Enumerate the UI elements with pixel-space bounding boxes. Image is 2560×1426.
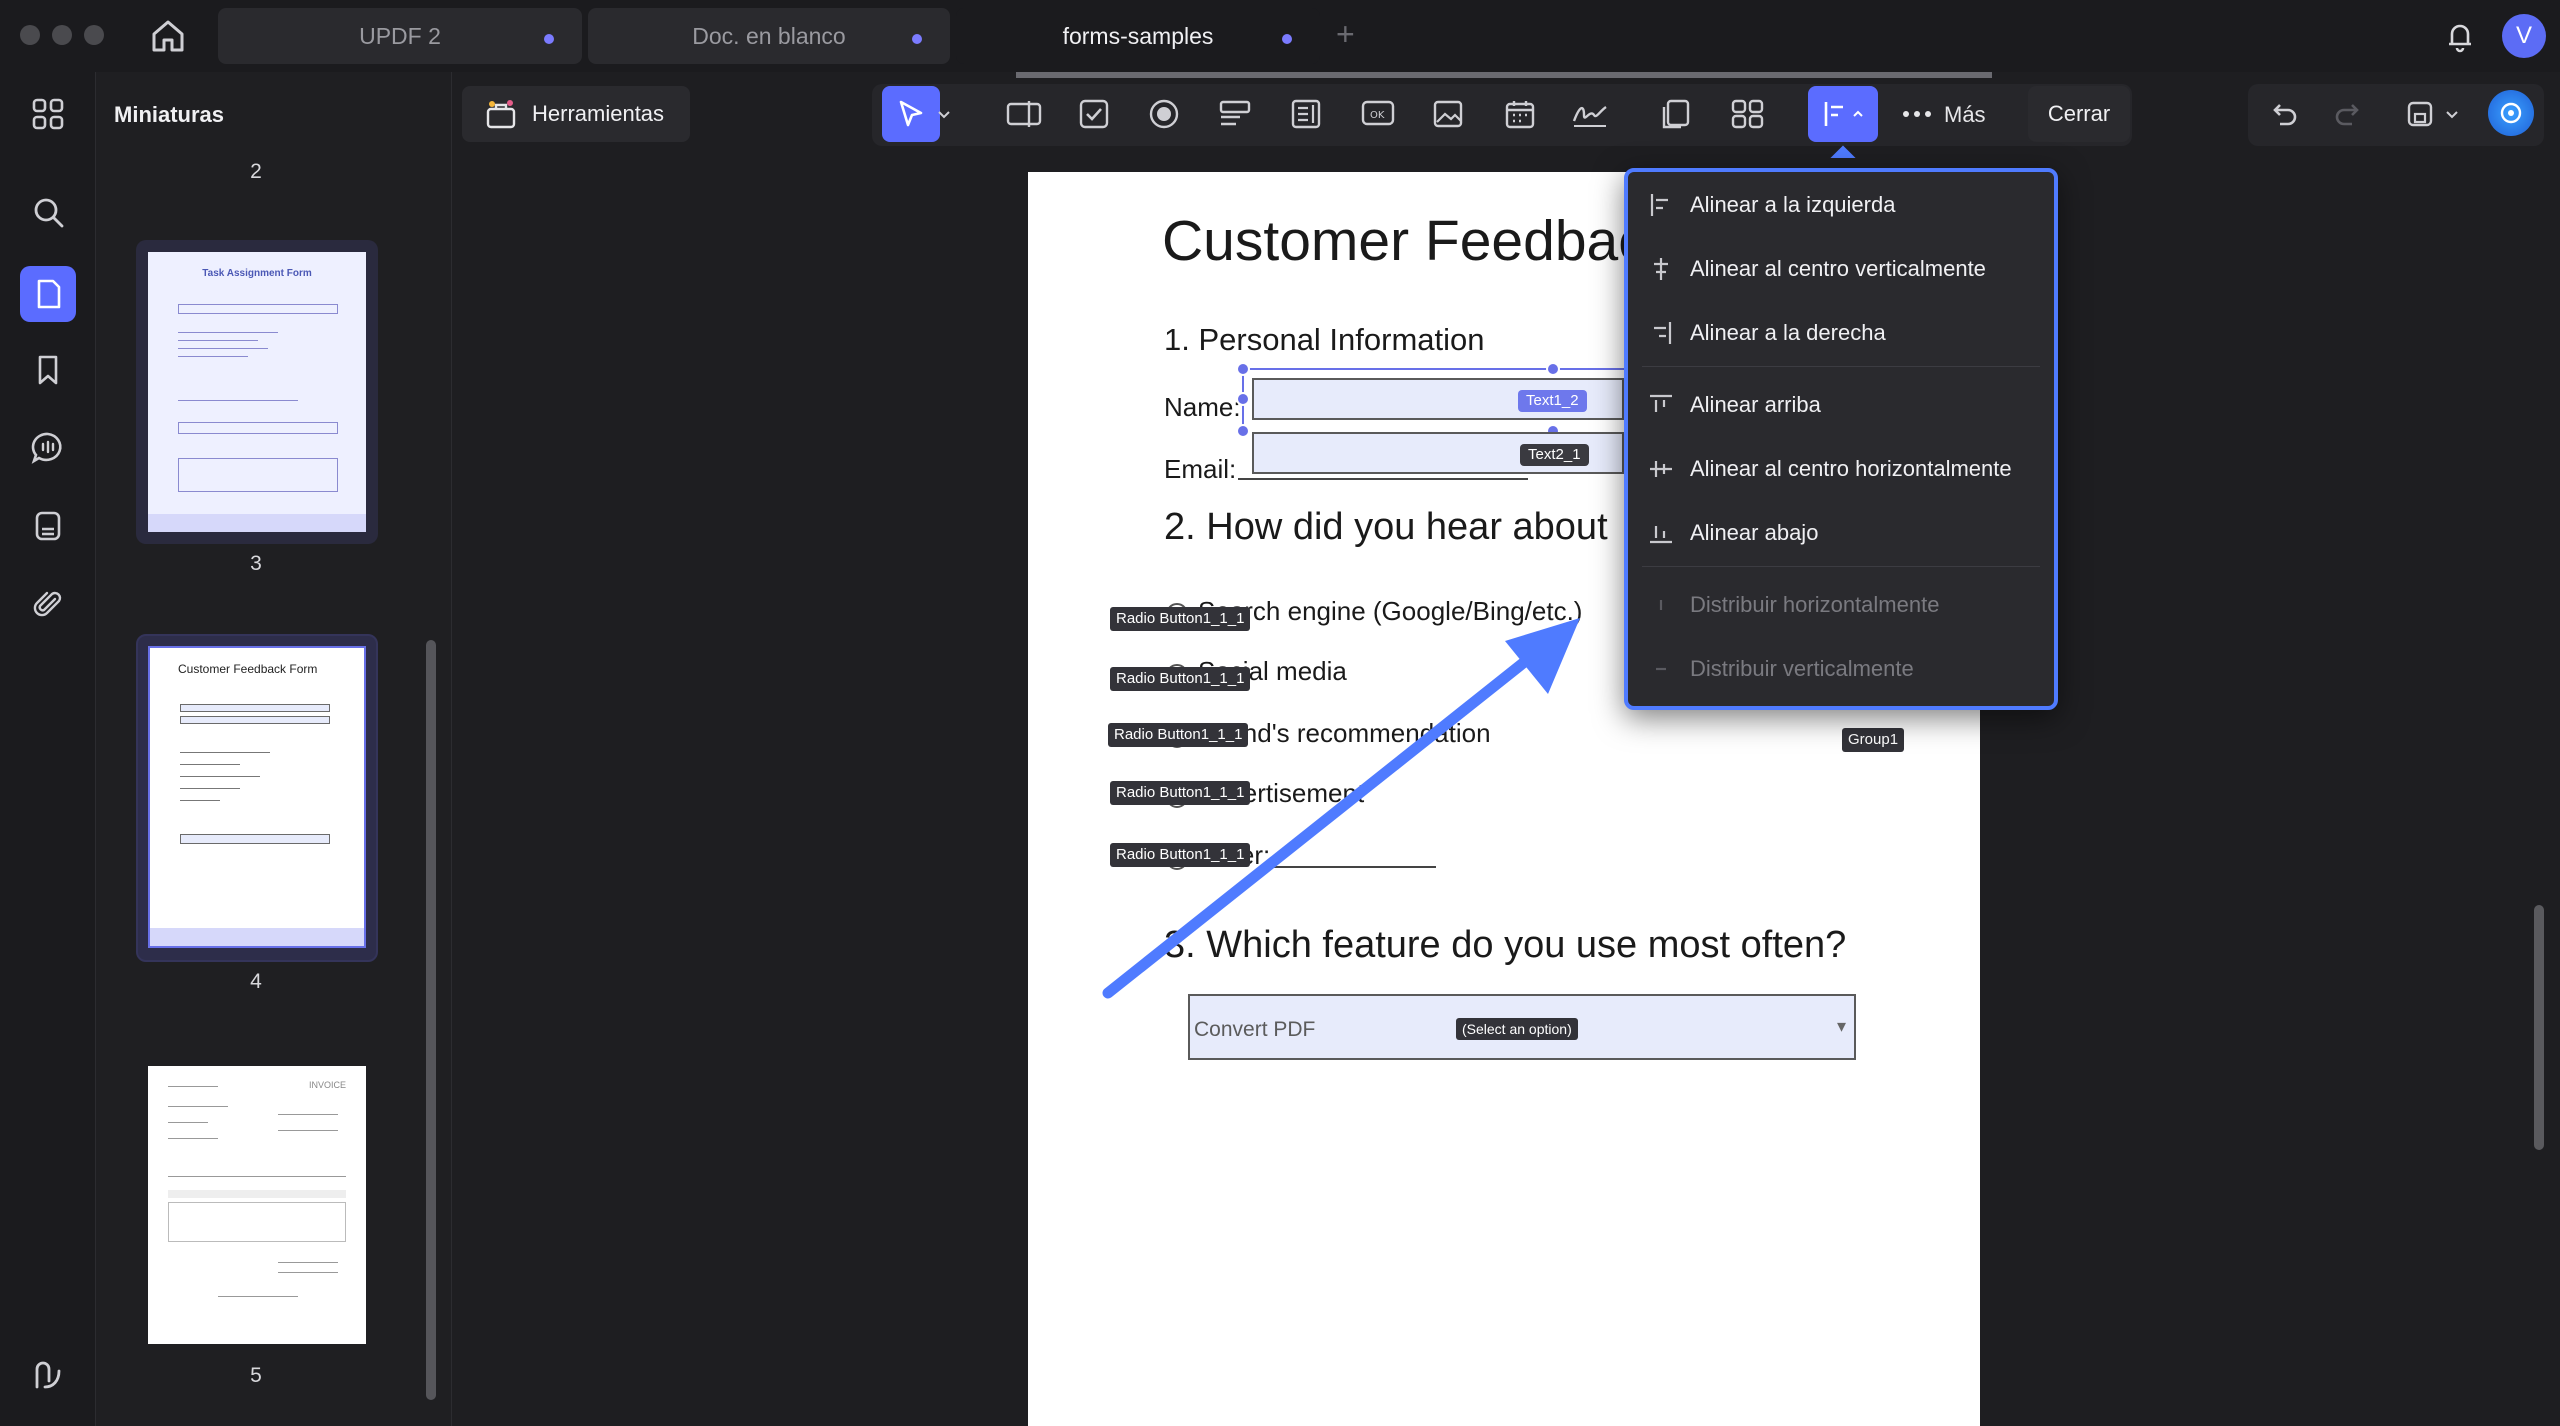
menu-item-align-center-horizontal[interactable]: Alinear al centro horizontalmente <box>1628 440 2054 496</box>
menu-item-label: Alinear al centro verticalmente <box>1690 256 1986 281</box>
menu-item-align-bottom[interactable]: Alinear abajo <box>1628 504 2054 560</box>
menu-item-label: Alinear abajo <box>1690 520 1819 545</box>
align-right-icon <box>1654 322 1672 344</box>
align-left-icon <box>1650 194 1668 216</box>
menu-item-label: Alinear a la izquierda <box>1690 192 1896 217</box>
menu-item-align-left[interactable]: Alinear a la izquierda <box>1628 176 2054 232</box>
menu-item-distribute-horizontal: Distribuir horizontalmente <box>1628 576 2054 632</box>
align-menu: Alinear a la izquierda Alinear al centro… <box>1624 168 2058 710</box>
menu-separator <box>1642 366 2040 367</box>
menu-item-align-right[interactable]: Alinear a la derecha <box>1628 304 2054 360</box>
menu-item-label: Distribuir verticalmente <box>1690 656 1914 681</box>
menu-item-label: Alinear a la derecha <box>1690 320 1886 345</box>
align-top-icon <box>1650 394 1672 412</box>
align-bottom-icon <box>1650 526 1672 544</box>
distribute-vertical-icon <box>1656 667 1666 671</box>
menu-item-label: Distribuir horizontalmente <box>1690 592 1940 617</box>
menu-item-distribute-vertical: Distribuir verticalmente <box>1628 640 2054 696</box>
menu-item-align-center-vertical[interactable]: Alinear al centro verticalmente <box>1628 240 2054 296</box>
annotation-arrow <box>1102 618 1580 999</box>
menu-separator <box>1642 566 2040 567</box>
menu-item-label: Alinear arriba <box>1690 392 1821 417</box>
distribute-horizontal-icon <box>1659 600 1663 610</box>
menu-item-label: Alinear al centro horizontalmente <box>1690 456 2012 481</box>
updf-window: UPDF 2 Doc. en blanco forms-samples + V <box>0 0 2560 1426</box>
align-center-horizontal-icon <box>1650 461 1672 477</box>
menu-item-align-top[interactable]: Alinear arriba <box>1628 376 2054 432</box>
align-center-vertical-icon <box>1654 258 1668 280</box>
